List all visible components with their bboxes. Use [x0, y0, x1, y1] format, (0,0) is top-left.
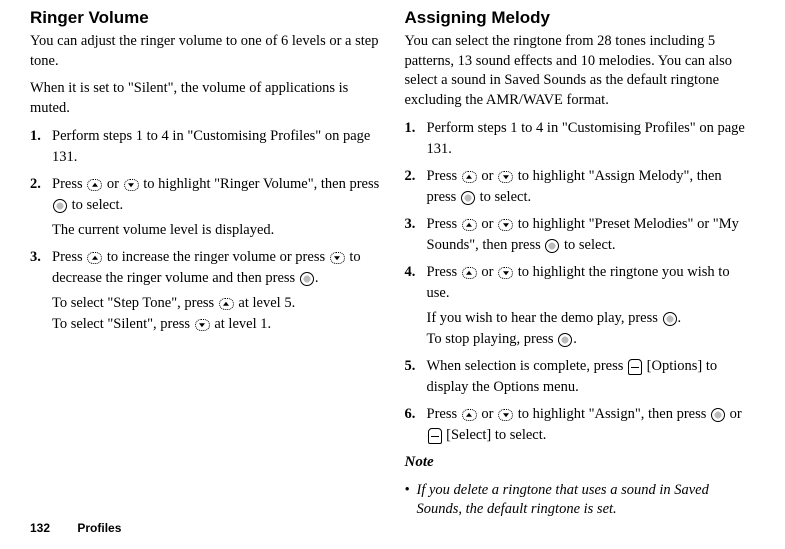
select-button-icon	[558, 333, 572, 347]
select-button-icon	[545, 239, 559, 253]
right-column: Assigning Melody You can select the ring…	[405, 8, 756, 520]
step-text: Press or to highlight "Assign Melody", t…	[427, 166, 756, 208]
step-body: Perform steps 1 to 4 in "Customising Pro…	[427, 118, 756, 160]
step-subtext: To select "Step Tone", press at level 5.…	[52, 293, 381, 335]
softkey-icon	[628, 359, 642, 375]
select-button-icon	[53, 199, 67, 213]
up-arrow-icon	[462, 267, 477, 279]
section-name: Profiles	[77, 521, 121, 535]
step-body: Press or to highlight "Assign Melody", t…	[427, 166, 756, 208]
step-number: 1.	[405, 118, 427, 160]
up-arrow-icon	[462, 171, 477, 183]
ringer-volume-heading: Ringer Volume	[30, 8, 381, 28]
step-body: Press to increase the ringer volume or p…	[52, 247, 381, 335]
melody-step-3: 3.Press or to highlight "Preset Melodies…	[405, 214, 756, 256]
down-arrow-icon	[498, 219, 513, 231]
select-button-icon	[300, 272, 314, 286]
step-text: Press or to highlight the ringtone you w…	[427, 262, 756, 304]
melody-step-1: 1.Perform steps 1 to 4 in "Customising P…	[405, 118, 756, 160]
step-body: Perform steps 1 to 4 in "Customising Pro…	[52, 126, 381, 168]
step-text: Press to increase the ringer volume or p…	[52, 247, 381, 289]
step-number: 2.	[30, 174, 52, 241]
page-footer: 132 Profiles	[30, 521, 121, 535]
step-body: Press or to highlight the ringtone you w…	[427, 262, 756, 350]
step-number: 5.	[405, 356, 427, 398]
up-arrow-icon	[219, 298, 234, 310]
step-body: Press or to highlight "Ringer Volume", t…	[52, 174, 381, 241]
ringer-step-1: 1.Perform steps 1 to 4 in "Customising P…	[30, 126, 381, 168]
step-number: 3.	[405, 214, 427, 256]
step-body: Press or to highlight "Preset Melodies" …	[427, 214, 756, 256]
step-number: 2.	[405, 166, 427, 208]
left-column: Ringer Volume You can adjust the ringer …	[30, 8, 381, 520]
step-subtext: The current volume level is displayed.	[52, 220, 381, 241]
page-number: 132	[30, 521, 50, 535]
up-arrow-icon	[462, 219, 477, 231]
step-body: When selection is complete, press [Optio…	[427, 356, 756, 398]
down-arrow-icon	[195, 319, 210, 331]
melody-steps: 1.Perform steps 1 to 4 in "Customising P…	[405, 118, 756, 446]
step-text: Perform steps 1 to 4 in "Customising Pro…	[427, 118, 756, 160]
down-arrow-icon	[498, 409, 513, 421]
select-button-icon	[711, 408, 725, 422]
step-number: 4.	[405, 262, 427, 350]
melody-step-5: 5.When selection is complete, press [Opt…	[405, 356, 756, 398]
melody-step-2: 2.Press or to highlight "Assign Melody",…	[405, 166, 756, 208]
step-text: Perform steps 1 to 4 in "Customising Pro…	[52, 126, 381, 168]
melody-intro-1: You can select the ringtone from 28 tone…	[405, 32, 756, 110]
step-subtext: If you wish to hear the demo play, press…	[427, 308, 756, 350]
up-arrow-icon	[87, 179, 102, 191]
down-arrow-icon	[498, 171, 513, 183]
up-arrow-icon	[462, 409, 477, 421]
step-text: Press or to highlight "Ringer Volume", t…	[52, 174, 381, 216]
ringer-steps: 1.Perform steps 1 to 4 in "Customising P…	[30, 126, 381, 335]
assigning-melody-heading: Assigning Melody	[405, 8, 756, 28]
note-body: • If you delete a ringtone that uses a s…	[405, 481, 756, 520]
ringer-intro-1: You can adjust the ringer volume to one …	[30, 32, 381, 71]
softkey-icon	[428, 428, 442, 444]
ringer-step-3: 3.Press to increase the ringer volume or…	[30, 247, 381, 335]
step-text: Press or to highlight "Preset Melodies" …	[427, 214, 756, 256]
melody-step-6: 6.Press or to highlight "Assign", then p…	[405, 404, 756, 446]
select-button-icon	[663, 312, 677, 326]
select-button-icon	[461, 191, 475, 205]
note-bullet: •	[405, 481, 417, 520]
note-text: If you delete a ringtone that uses a sou…	[417, 481, 756, 520]
step-body: Press or to highlight "Assign", then pre…	[427, 404, 756, 446]
down-arrow-icon	[124, 179, 139, 191]
step-number: 6.	[405, 404, 427, 446]
note-heading: Note	[405, 452, 756, 472]
up-arrow-icon	[87, 252, 102, 264]
step-number: 1.	[30, 126, 52, 168]
step-text: When selection is complete, press [Optio…	[427, 356, 756, 398]
down-arrow-icon	[498, 267, 513, 279]
ringer-step-2: 2.Press or to highlight "Ringer Volume",…	[30, 174, 381, 241]
step-text: Press or to highlight "Assign", then pre…	[427, 404, 756, 446]
down-arrow-icon	[330, 252, 345, 264]
melody-step-4: 4.Press or to highlight the ringtone you…	[405, 262, 756, 350]
step-number: 3.	[30, 247, 52, 335]
ringer-intro-2: When it is set to "Silent", the volume o…	[30, 79, 381, 118]
